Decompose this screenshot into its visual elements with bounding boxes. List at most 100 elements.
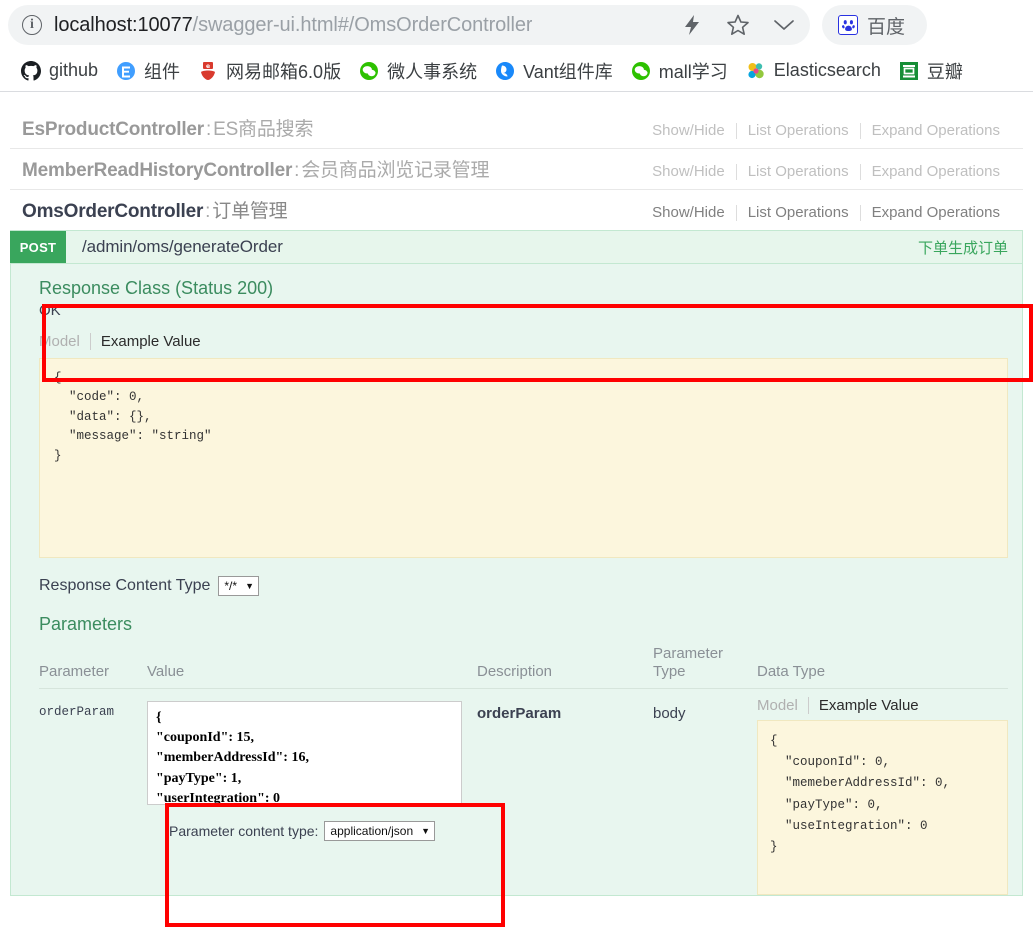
parameter-type-value: body [653,704,686,722]
bookmark-douban[interactable]: 豆瓣 [890,54,972,88]
resource-name: OmsOrderController [22,201,204,222]
resource-member-read-history-controller: MemberReadHistoryController: 会员商品浏览记录管理 S… [10,149,1023,190]
bookmark-elasticsearch[interactable]: Elasticsearch [737,56,890,85]
bookmark-element[interactable]: 组件 [107,54,189,88]
bookmark-netease-label: 网易邮箱6.0版 [226,61,342,82]
operation-header[interactable]: POST /admin/oms/generateOrder 下单生成订单 [10,230,1023,264]
resource-title[interactable]: EsProductController: ES商品搜索 [22,114,313,141]
resource-description: ES商品搜索 [213,119,314,140]
omnibox-actions [664,13,796,37]
tab-example-value[interactable]: Example Value [89,333,211,350]
bookmark-douban-label: 豆瓣 [926,61,963,82]
bookmark-netease[interactable]: e 网易邮箱6.0版 [189,54,350,88]
resource-name: EsProductController [22,119,204,140]
header-data-type: Data Type [757,645,1008,689]
response-class-title: Response Class (Status 200) [39,278,274,298]
bookmark-baidu-label: 百度 [867,16,906,38]
parameter-value-cell: Parameter content type: application/json… [147,688,477,895]
bookmark-vant-label: Vant组件库 [523,61,613,82]
parameter-name: orderParam [39,704,115,719]
show-hide-link[interactable]: Show/Hide [641,122,736,139]
resource-operations-links: Show/Hide List Operations Expand Operati… [641,204,1011,221]
bookmark-baidu[interactable]: 百度 [822,5,928,45]
response-model-tabs: Model Example Value [39,333,1008,350]
resource-description: 会员商品浏览记录管理 [301,160,490,181]
parameter-example-code: { "couponId": 0, "memeberAddressId": 0, … [757,719,1008,895]
omnibox-row: i localhost:10077/swagger-ui.html#/OmsOr… [0,0,1033,50]
response-example-code: { "code": 0, "data": {}, "message": "str… [39,358,1008,558]
response-content-type-select[interactable]: */* ▼ [218,576,259,597]
browser-chrome: i localhost:10077/swagger-ui.html#/OmsOr… [0,0,1033,92]
bookmark-mall[interactable]: mall学习 [622,54,737,88]
parameters-title: Parameters [39,614,133,635]
tab-model[interactable]: Model [757,697,808,714]
expand-operations-link[interactable]: Expand Operations [861,163,1011,180]
header-parameter: Parameter [39,645,147,689]
operation-path: /admin/oms/generateOrder [82,237,283,256]
parameter-content-type-select[interactable]: application/json ▼ [324,820,436,842]
header-description: Description [477,645,653,689]
resource-operations-links: Show/Hide List Operations Expand Operati… [641,163,1011,180]
list-operations-link[interactable]: List Operations [737,122,860,139]
parameter-content-type-value: application/json [330,823,414,838]
parameter-content-type-label: Parameter content type: [169,823,319,840]
http-method-badge: POST [10,231,66,263]
netease-icon: e [198,61,218,81]
bookmark-github[interactable]: github [12,56,107,85]
parameter-description: orderParam [477,704,562,722]
elasticsearch-icon [746,61,766,81]
baidu-icon [838,15,858,35]
parameters-table: Parameter Value Description Parameter Ty… [39,645,1008,895]
resource-oms-order-controller: OmsOrderController: 订单管理 Show/Hide List O… [10,190,1023,230]
header-value: Value [147,645,477,689]
response-content-type-label: Response Content Type [39,577,211,595]
element-icon [116,61,136,81]
tab-model[interactable]: Model [39,333,90,350]
star-icon[interactable] [726,13,750,37]
header-parameter-type: Parameter Type [653,645,757,689]
bookmark-vant[interactable]: Vant组件库 [486,54,622,88]
operation-generate-order: POST /admin/oms/generateOrder 下单生成订单 Res… [10,230,1023,896]
response-content-type-row: Response Content Type */* ▼ [39,576,1008,597]
data-type-tabs: Model Example Value [757,696,1008,714]
order-param-input[interactable] [147,700,462,805]
list-operations-link[interactable]: List Operations [737,204,860,221]
bookmark-hr-system-label: 微人事系统 [387,61,478,82]
operation-content: Response Class (Status 200) OK Model Exa… [11,278,1022,895]
chevron-down-icon: ▼ [421,825,431,836]
bolt-icon[interactable] [680,13,704,37]
url-path: /swagger-ui.html#/OmsOrderController [192,13,533,36]
show-hide-link[interactable]: Show/Hide [641,204,736,221]
bookmark-elasticsearch-label: Elasticsearch [773,60,881,80]
show-hide-link[interactable]: Show/Hide [641,163,736,180]
resource-title[interactable]: OmsOrderController: 订单管理 [22,196,288,223]
address-bar[interactable]: i localhost:10077/swagger-ui.html#/OmsOr… [8,5,810,45]
wechat-icon [631,61,651,81]
url-text: localhost:10077/swagger-ui.html#/OmsOrde… [54,14,532,37]
bookmark-element-label: 组件 [144,61,181,82]
vant-icon [495,61,515,81]
bookmark-mall-label: mall学习 [658,61,728,82]
table-header-row: Parameter Value Description Parameter Ty… [39,645,1008,689]
chevron-down-icon[interactable] [772,13,796,37]
response-content-type-value: */* [224,579,238,593]
expand-operations-link[interactable]: Expand Operations [861,122,1011,139]
svg-text:e: e [206,62,210,69]
bookmarks-bar: github 组件 e 网易邮箱6.0版 微人事系统 Vant组件库 mall学… [0,50,1033,92]
resource-title[interactable]: MemberReadHistoryController: 会员商品浏览记录管理 [22,155,489,182]
list-operations-link[interactable]: List Operations [737,163,860,180]
bookmark-github-label: github [49,60,99,80]
bookmark-hr-system[interactable]: 微人事系统 [350,54,486,88]
resource-description: 订单管理 [212,201,288,222]
wechat-icon [359,61,379,81]
resource-name: MemberReadHistoryController [22,160,293,181]
response-status-text: OK [39,302,61,319]
swagger-page: EsProductController: ES商品搜索 Show/Hide Lis… [0,92,1033,927]
douban-icon [899,61,919,81]
tab-example-value[interactable]: Example Value [807,696,929,714]
site-info-icon[interactable]: i [22,15,42,35]
resource-operations-links: Show/Hide List Operations Expand Operati… [641,122,1011,139]
table-row: orderParam Parameter content type: appli… [39,688,1008,895]
operation-body: Response Class (Status 200) OK Model Exa… [10,264,1023,896]
expand-operations-link[interactable]: Expand Operations [861,204,1011,221]
